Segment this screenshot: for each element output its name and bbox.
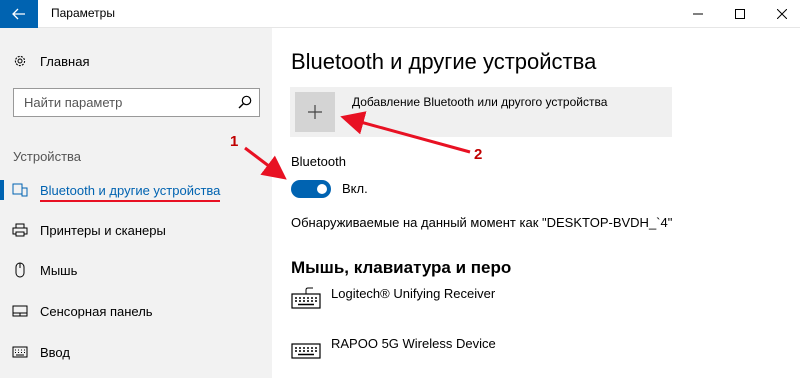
bluetooth-devices-icon	[12, 182, 28, 198]
maximize-icon	[735, 9, 745, 19]
bluetooth-toggle-state: Вкл.	[342, 181, 368, 196]
search-icon[interactable]	[238, 95, 252, 109]
annotation-marker-2: 2	[474, 146, 483, 163]
printer-icon	[12, 222, 28, 238]
page-title: Bluetooth и другие устройства	[291, 49, 597, 74]
sidebar-item-label: Мышь	[40, 262, 78, 278]
close-icon	[777, 9, 787, 19]
keyboard-icon	[12, 344, 28, 360]
sidebar-item-label: Bluetooth и другие устройства	[40, 182, 221, 198]
main-content: Bluetooth и другие устройства Добавление…	[272, 28, 800, 378]
bluetooth-toggle[interactable]	[291, 180, 331, 198]
annotation-marker-1: 1	[230, 133, 239, 150]
minimize-button[interactable]	[680, 0, 716, 28]
sidebar-item-label: Ввод	[40, 344, 70, 360]
minimize-icon	[693, 13, 703, 15]
sidebar-item-mouse[interactable]: Мышь	[0, 255, 272, 285]
bluetooth-label: Bluetooth	[291, 154, 346, 169]
search-box[interactable]	[13, 88, 260, 117]
discoverable-text: Обнаруживаемые на данный момент как "DES…	[291, 215, 673, 230]
mouse-icon	[12, 262, 28, 278]
sidebar-item-printers[interactable]: Принтеры и сканеры	[0, 215, 272, 245]
sidebar-item-touchpad[interactable]: Сенсорная панель	[0, 296, 272, 326]
sidebar-item-label: Сенсорная панель	[40, 303, 153, 319]
touchpad-icon	[12, 303, 28, 319]
device-item[interactable]: RAPOO 5G Wireless Device	[291, 333, 691, 363]
keyboard-icon	[291, 343, 321, 359]
back-button[interactable]	[0, 0, 38, 28]
add-device-button[interactable]: Добавление Bluetooth или другого устройс…	[290, 87, 672, 137]
sidebar-item-label: Принтеры и сканеры	[40, 222, 166, 238]
gear-icon	[12, 53, 28, 69]
sidebar-item-home[interactable]: Главная	[0, 46, 272, 76]
sidebar-item-input[interactable]: Ввод	[0, 337, 272, 367]
device-item[interactable]: Logitech® Unifying Receiver	[291, 283, 691, 313]
keyboard-icon	[291, 287, 321, 309]
device-name: Logitech® Unifying Receiver	[331, 286, 496, 301]
device-name: RAPOO 5G Wireless Device	[331, 336, 496, 351]
add-plus-tile	[295, 92, 335, 132]
arrow-left-icon	[12, 8, 25, 20]
search-input[interactable]	[14, 89, 234, 116]
window-title: Параметры	[51, 6, 115, 20]
close-button[interactable]	[764, 0, 800, 28]
highlight-underline	[40, 200, 220, 202]
toggle-knob	[317, 184, 327, 194]
section-title: Мышь, клавиатура и перо	[291, 258, 512, 277]
sidebar-item-label: Главная	[40, 53, 90, 69]
sidebar: Главная Устройства Bluetooth и другие ус…	[0, 28, 272, 378]
plus-icon	[308, 105, 322, 119]
title-bar: Параметры	[0, 0, 800, 28]
add-device-label: Добавление Bluetooth или другого устройс…	[352, 95, 608, 109]
maximize-button[interactable]	[722, 0, 758, 28]
section-label: Устройства	[13, 149, 82, 164]
